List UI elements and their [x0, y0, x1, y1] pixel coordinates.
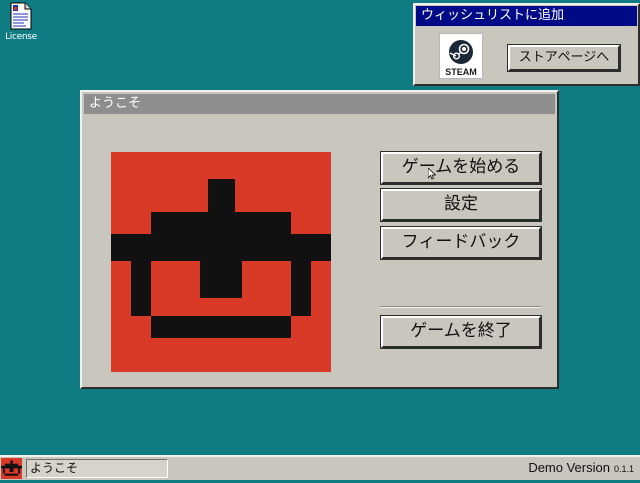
settings-button[interactable]: 設定: [380, 188, 542, 222]
game-logo: [111, 152, 331, 372]
menu-separator: [380, 306, 541, 308]
store-page-button[interactable]: ストアページへ: [507, 44, 621, 72]
start-menu-button[interactable]: [1, 458, 22, 479]
version-info: Demo Version 0.1.1: [528, 460, 634, 475]
desktop-icon-license[interactable]: License: [0, 2, 42, 42]
feedback-button[interactable]: フィードバック: [380, 226, 542, 260]
mouse-cursor-icon: [428, 168, 436, 180]
taskbar: ようこそ Demo Version 0.1.1: [0, 455, 640, 480]
steam-logo: STEAM: [439, 33, 483, 79]
taskbar-task-welcome[interactable]: ようこそ: [26, 459, 168, 478]
wishlist-window: ウィッシュリストに追加 STEAM ストアページへ: [413, 3, 640, 86]
welcome-window-title[interactable]: ようこそ: [84, 94, 555, 114]
pot-logo-icon: [111, 179, 331, 338]
version-label: Demo Version: [528, 460, 610, 475]
document-icon: [10, 2, 32, 30]
desktop-icon-label: License: [5, 32, 37, 42]
welcome-window: ようこそ ゲームを始める 設定 フィードバック ゲームを終了: [80, 90, 559, 389]
pot-logo-icon: [1, 460, 22, 476]
quit-game-button[interactable]: ゲームを終了: [380, 315, 542, 349]
steam-logo-text: STEAM: [445, 67, 477, 77]
version-number: 0.1.1: [613, 464, 634, 474]
start-game-button[interactable]: ゲームを始める: [380, 151, 542, 185]
steam-icon: [449, 40, 473, 64]
wishlist-window-title[interactable]: ウィッシュリストに追加: [416, 6, 637, 26]
